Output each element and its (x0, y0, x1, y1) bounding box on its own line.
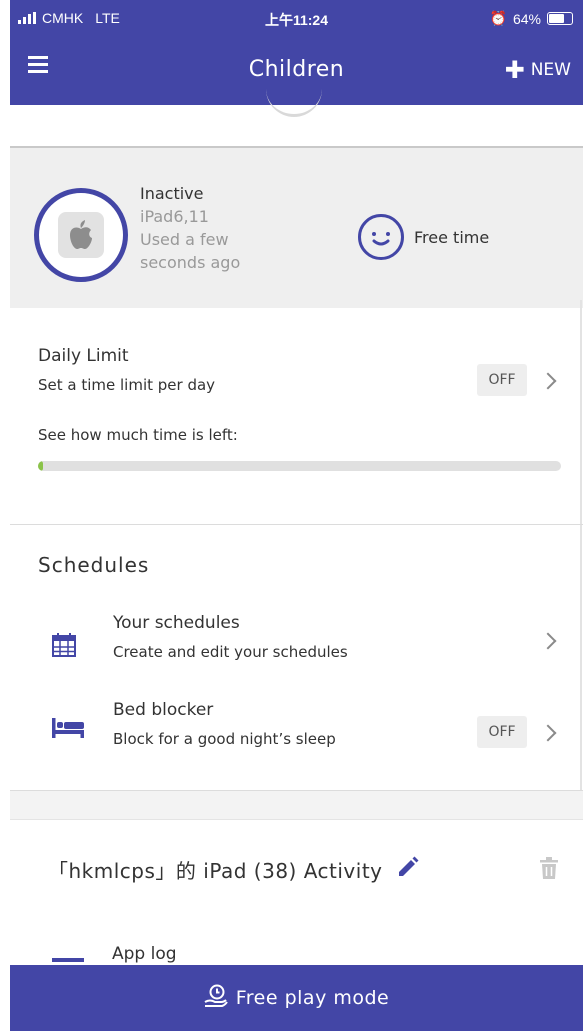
activity-title: 「hkmlcps」的 iPad (38) Activity (48, 855, 419, 884)
schedules-heading: Schedules (38, 553, 150, 577)
trash-icon[interactable] (540, 857, 558, 883)
device-info: Inactive iPad6,11 Used a few seconds ago (140, 182, 240, 274)
battery-icon (547, 12, 573, 25)
plus-icon: ✚ (504, 56, 525, 84)
chevron-right-icon[interactable] (539, 724, 557, 742)
chevron-right-icon[interactable] (539, 372, 557, 390)
alarm-icon: ⏰ (489, 10, 507, 26)
free-time-mode[interactable]: Free time (358, 214, 489, 260)
list-icon (52, 958, 84, 962)
apple-logo-icon (58, 212, 104, 258)
daily-limit-title: Daily Limit (38, 346, 129, 366)
bed-icon (52, 718, 84, 742)
your-schedules-title: Your schedules (113, 613, 240, 633)
bed-blocker-toggle[interactable]: OFF (477, 716, 527, 748)
last-used-line2: seconds ago (140, 253, 241, 272)
device-card[interactable]: Inactive iPad6,11 Used a few seconds ago… (10, 146, 583, 308)
free-play-mode-button[interactable]: Free play mode (10, 965, 583, 1031)
smiley-icon (358, 214, 404, 260)
child-avatar-edge[interactable] (266, 82, 322, 117)
chevron-right-icon[interactable] (539, 632, 557, 650)
battery-info: ⏰ 64% (490, 10, 573, 27)
calendar-icon (52, 633, 76, 661)
device-status: Inactive (140, 184, 204, 203)
activity-title-text: 「hkmlcps」的 iPad (38) Activity (48, 859, 383, 883)
your-schedules-subtitle: Create and edit your schedules (113, 643, 348, 661)
schedules-section: Schedules Your schedules Create and edit… (10, 525, 583, 791)
daily-limit-subtitle: Set a time limit per day (38, 376, 216, 394)
daily-limit-section[interactable]: Daily Limit Set a time limit per day OFF… (10, 306, 583, 525)
bed-blocker-subtitle: Block for a good night’s sleep (113, 730, 336, 748)
bed-blocker-title: Bed blocker (113, 700, 214, 720)
bed-blocker-row[interactable]: Bed blocker Block for a good night’s sle… (10, 700, 583, 770)
last-used-line1: Used a few (140, 230, 229, 249)
time-left-progress (38, 461, 561, 471)
progress-fill (38, 461, 44, 471)
new-label: NEW (530, 60, 571, 80)
your-schedules-row[interactable]: Your schedules Create and edit your sche… (10, 613, 583, 683)
device-model: iPad6,11 (140, 207, 209, 226)
pencil-icon[interactable] (397, 856, 419, 883)
battery-percent: 64% (512, 10, 541, 27)
device-avatar (34, 188, 128, 282)
status-bar: CMHK LTE 上午11:24 ⏰ 64% (10, 0, 583, 36)
hand-clock-icon (204, 984, 228, 1013)
free-time-label: Free time (414, 227, 490, 247)
new-child-button[interactable]: ✚ NEW (505, 58, 571, 82)
page-title: Children (248, 57, 345, 82)
daily-limit-toggle[interactable]: OFF (477, 364, 527, 396)
free-play-mode-label: Free play mode (235, 987, 390, 1009)
section-divider (10, 791, 583, 820)
time-left-label: See how much time is left: (38, 426, 238, 444)
app-log-label[interactable]: App log (112, 944, 177, 964)
